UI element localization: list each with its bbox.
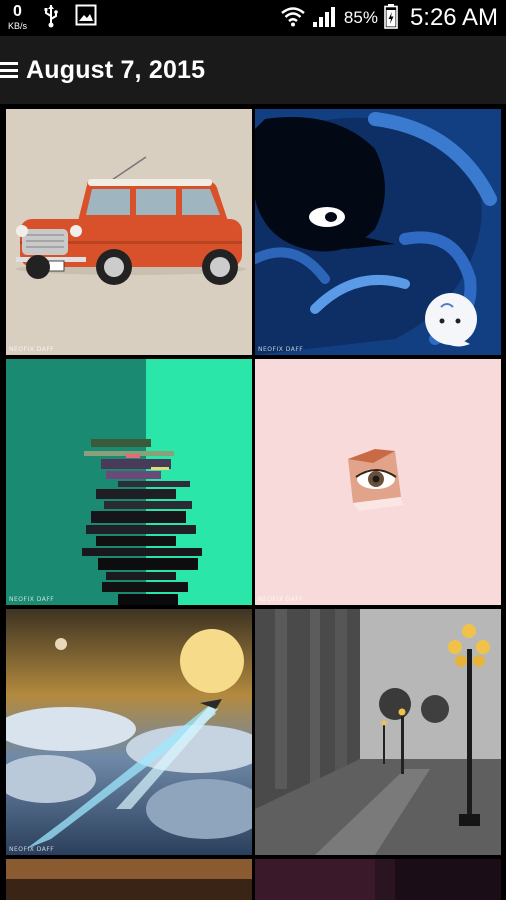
tile-watermark: NEOFIX DAFF	[258, 596, 304, 603]
tile-watermark: NEOFIX DAFF	[9, 596, 55, 603]
menu-icon[interactable]	[0, 62, 18, 78]
data-rate-indicator: 0 KB/s	[8, 4, 27, 31]
tile-watermark: NEOFIX DAFF	[258, 346, 304, 353]
app-bar: August 7, 2015	[0, 36, 506, 104]
wallpaper-grid: NEOFIX DAFF NEOFIX DAFF NEOFIX DAFF NEOF…	[0, 104, 506, 900]
wallpaper-tile-blue-creature[interactable]: NEOFIX DAFF	[255, 109, 501, 355]
wallpaper-tile-rainy-street[interactable]	[255, 609, 501, 855]
data-rate-unit: KB/s	[8, 21, 28, 31]
usb-icon	[43, 4, 59, 33]
wallpaper-tile-mini-car[interactable]: NEOFIX DAFF	[6, 109, 252, 355]
status-bar-left: 0 KB/s	[8, 4, 97, 33]
status-bar: 0 KB/s 85% 5:26 AM	[0, 0, 506, 36]
status-bar-right: 85% 5:26 AM	[280, 2, 498, 34]
clock: 5:26 AM	[409, 4, 498, 31]
wifi-icon	[280, 5, 306, 32]
wallpaper-tile-partial-warm[interactable]	[6, 859, 252, 900]
data-rate-value: 0	[13, 3, 22, 20]
wallpaper-tile-partial-dark[interactable]	[255, 859, 501, 900]
page-title: August 7, 2015	[26, 55, 206, 84]
battery-icon	[384, 3, 398, 34]
tile-watermark: NEOFIX DAFF	[9, 346, 55, 353]
gallery-icon	[75, 4, 97, 31]
battery-percent: 85%	[343, 8, 378, 27]
tile-watermark: NEOFIX DAFF	[9, 846, 55, 853]
wallpaper-tile-glitch-figure[interactable]: NEOFIX DAFF	[6, 359, 252, 605]
signal-icon	[312, 4, 338, 33]
wallpaper-tile-cloud-ship[interactable]: NEOFIX DAFF	[6, 609, 252, 855]
wallpaper-tile-pink-eye[interactable]: NEOFIX DAFF	[255, 359, 501, 605]
